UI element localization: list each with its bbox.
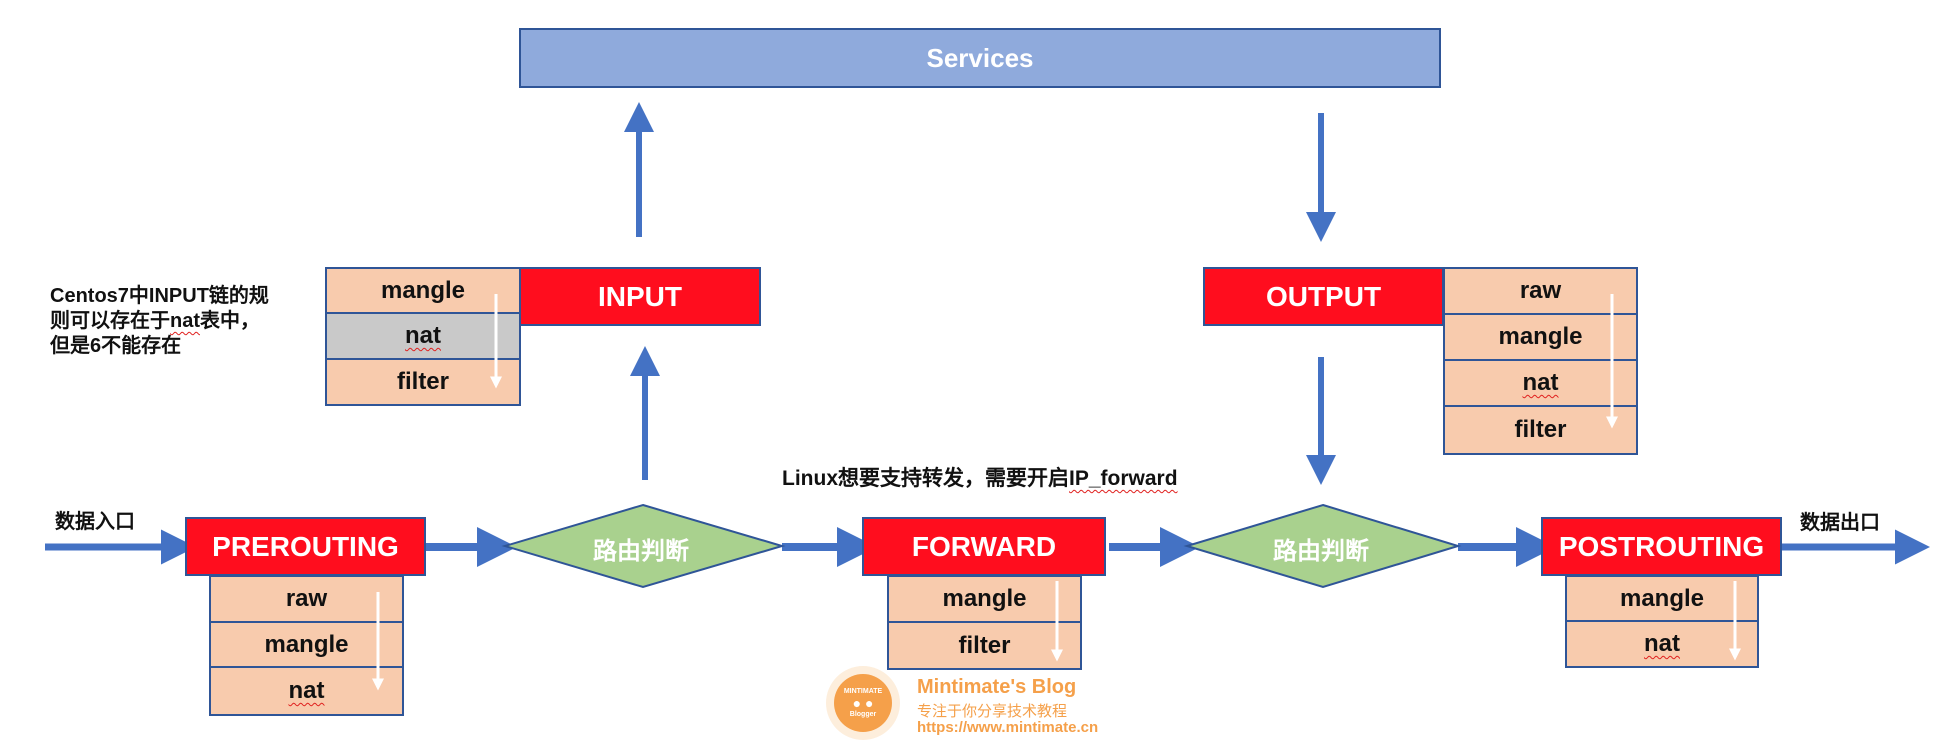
- table-order-arrows-layer: [372, 294, 1741, 691]
- logo-bottom-text: Blogger: [849, 711, 877, 718]
- cat-eyes-icon: ● ●: [852, 695, 874, 711]
- logo-cat-icon: MINTIMATE ● ● Blogger: [834, 674, 892, 732]
- watermark-subtitle: 专注于你分享技术教程: [917, 703, 1068, 720]
- watermark-url: https://www.mintimate.cn: [917, 719, 1099, 736]
- logo-top-text: MINTIMATE: [843, 688, 883, 695]
- watermark-title: Mintimate's Blog: [917, 676, 1077, 698]
- watermark-logo: MINTIMATE ● ● Blogger: [826, 666, 900, 740]
